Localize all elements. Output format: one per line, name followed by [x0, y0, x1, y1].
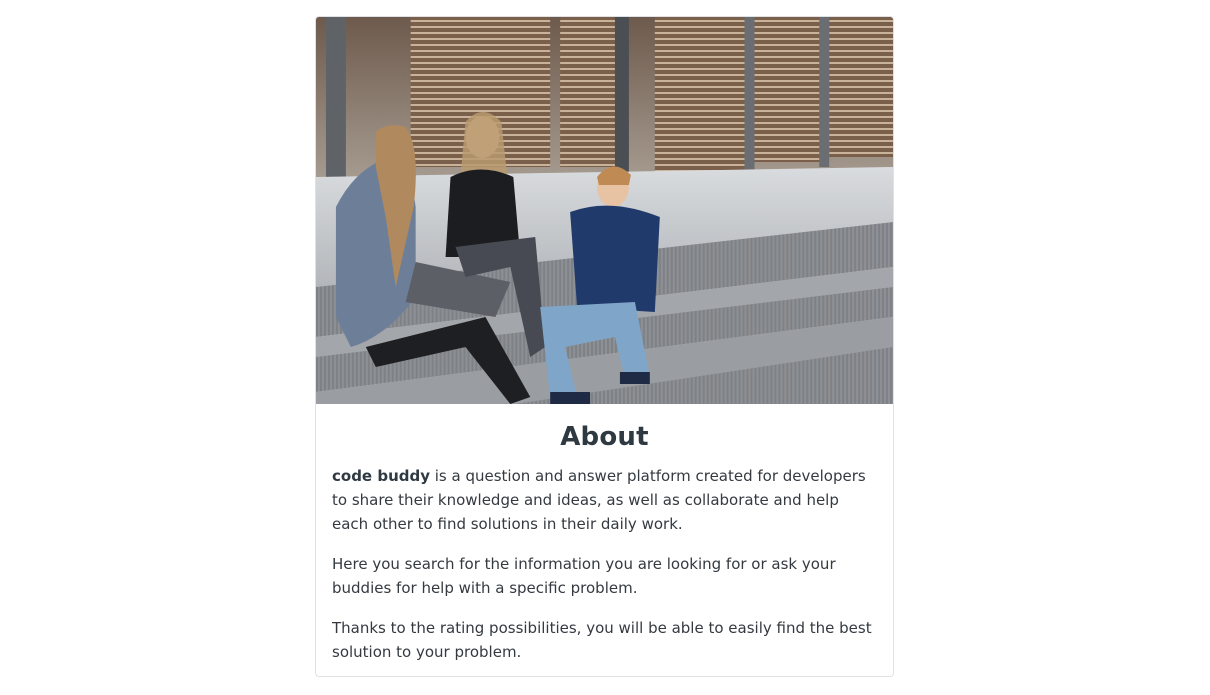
hero-photo-illustration	[316, 17, 893, 404]
about-paragraph-rating: Thanks to the rating possibilities, you …	[332, 619, 872, 661]
about-paragraph-search: Here you search for the information you …	[332, 555, 836, 597]
about-paragraph-intro: code buddy is a question and answer plat…	[332, 464, 877, 536]
about-card-body: About code buddy is a question and answe…	[316, 404, 893, 664]
hero-photo	[316, 17, 893, 404]
about-title: About	[560, 422, 649, 452]
brand-name: code buddy	[332, 467, 430, 485]
about-card: About code buddy is a question and answe…	[315, 16, 894, 677]
